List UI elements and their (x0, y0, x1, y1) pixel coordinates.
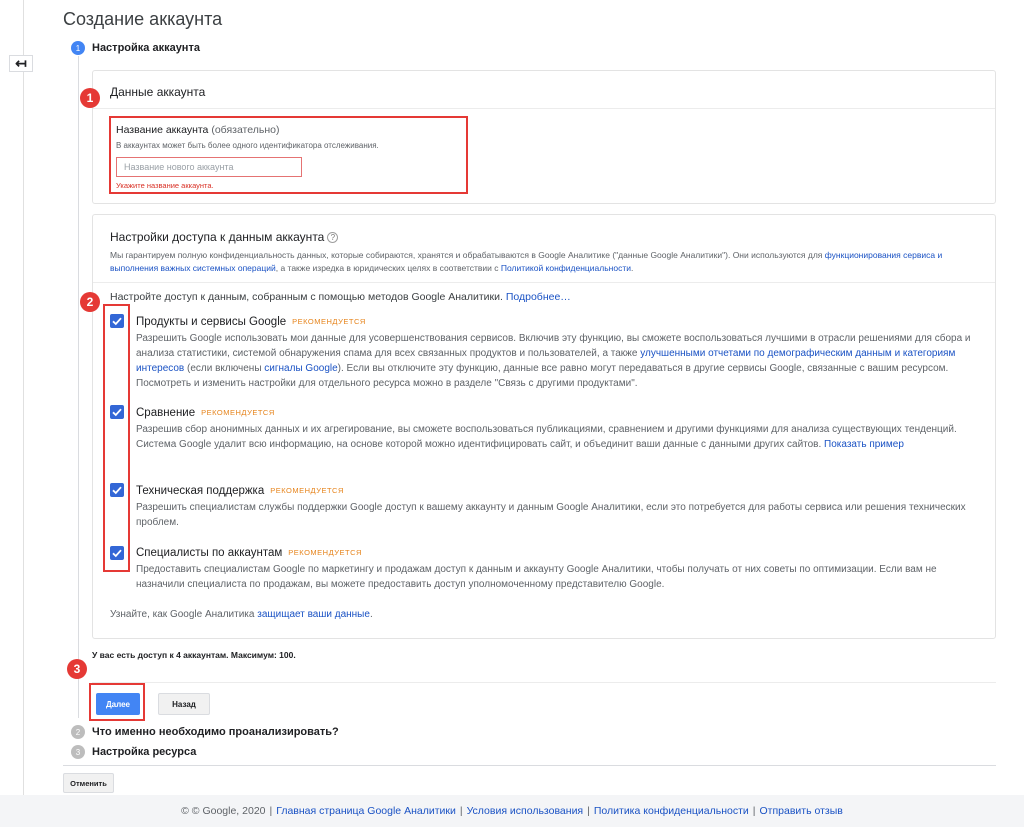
show-example-link[interactable]: Показать пример (824, 439, 904, 450)
sharing-intro: Настройте доступ к данным, собранным с п… (110, 291, 571, 303)
step-1-number: 1 (71, 41, 85, 55)
data-sharing-heading: Настройки доступа к данным аккаунта? (110, 230, 978, 244)
recommended-badge: РЕКОМЕНДУЕТСЯ (288, 548, 362, 557)
help-icon[interactable]: ? (327, 232, 339, 243)
left-rail (0, 0, 24, 795)
option-account-specialists-desc: Предоставить специалистам Google по марк… (136, 562, 971, 592)
option-benchmarking-desc: Разрешив сбор анонимных данных и их агре… (136, 422, 971, 452)
stepper-line (78, 56, 79, 718)
learn-more-link[interactable]: Подробнее… (506, 291, 571, 303)
recommended-badge: РЕКОМЕНДУЕТСЯ (270, 486, 344, 495)
option-desc-text: Предоставить специалистам Google по марк… (136, 564, 937, 590)
step-3-number: 3 (71, 745, 85, 759)
option-benchmarking-title: Сравнение РЕКОМЕНДУЕТСЯ (136, 407, 275, 419)
bottom-divider (63, 765, 996, 766)
privacy-link[interactable]: Политика конфиденциальности (594, 805, 749, 817)
option-technical-support-title: Техническая поддержка РЕКОМЕНДУЕТСЯ (136, 485, 344, 497)
recommended-badge: РЕКОМЕНДУЕТСЯ (201, 408, 275, 417)
annotation-box-checkboxes (103, 304, 130, 572)
annotation-badge-2: 2 (80, 292, 100, 312)
footer-separator: | (587, 805, 590, 817)
step-3-label[interactable]: Настройка ресурса (92, 746, 196, 758)
copyright: © © Google, 2020 (181, 805, 266, 817)
page-title: Создание аккаунта (63, 9, 223, 29)
annotation-box-next (89, 683, 145, 721)
data-sharing-title: Настройки доступа к данным аккаунта (110, 230, 325, 244)
divider (92, 682, 996, 683)
footer-separator: | (269, 805, 273, 817)
privacy-policy-link[interactable]: Политикой конфиденциальности (501, 263, 631, 273)
option-title-text: Сравнение (136, 407, 196, 419)
annotation-badge-1: 1 (80, 88, 100, 108)
cancel-button[interactable]: Отменить (63, 773, 114, 793)
step-2-number: 2 (71, 725, 85, 739)
footer-separator: | (752, 805, 756, 817)
protect-end: . (369, 609, 373, 620)
option-desc-text: (если включены (184, 363, 265, 374)
data-protection-note: Узнайте, как Google Аналитика защищает в… (110, 609, 373, 620)
option-title-text: Специалисты по аккаунтам (136, 547, 283, 559)
feedback-link[interactable]: Отправить отзыв (760, 805, 843, 817)
step-1-label[interactable]: Настройка аккаунта (92, 42, 200, 54)
option-google-products-title: Продукты и сервисы Google РЕКОМЕНДУЕТСЯ (136, 316, 366, 328)
annotation-badge-3: 3 (67, 659, 87, 679)
desc-text-1: Мы гарантируем полную конфиденциальность… (110, 250, 825, 260)
protects-data-link[interactable]: защищает ваши данные (257, 609, 370, 620)
option-title-text: Продукты и сервисы Google (136, 316, 287, 328)
footer-separator: | (459, 805, 463, 817)
terms-link[interactable]: Условия использования (467, 805, 584, 817)
sharing-intro-text: Настройте доступ к данным, собранным с п… (110, 291, 503, 303)
option-account-specialists-title: Специалисты по аккаунтам РЕКОМЕНДУЕТСЯ (136, 547, 362, 559)
back-button[interactable]: Назад (158, 693, 210, 715)
recommended-badge: РЕКОМЕНДУЕТСЯ (292, 317, 366, 326)
data-sharing-description: Мы гарантируем полную конфиденциальность… (110, 249, 978, 275)
annotation-box-account-name (109, 116, 468, 194)
desc-text-3: . (630, 263, 634, 273)
analytics-home-link[interactable]: Главная страница Google Аналитики (276, 805, 456, 817)
desc-text-2: , а также изредка в юридических целях в … (275, 263, 501, 273)
back-arrow-icon[interactable]: ↤ (9, 55, 33, 72)
option-title-text: Техническая поддержка (136, 485, 265, 497)
step-2-label[interactable]: Что именно необходимо проанализировать? (92, 726, 339, 738)
account-access-info: У вас есть доступ к 4 аккаунтам. Максиму… (92, 650, 296, 660)
protect-text: Узнайте, как Google Аналитика (110, 609, 258, 620)
account-data-heading: Данные аккаунта (93, 71, 995, 109)
option-technical-support-desc: Разрешить специалистам службы поддержки … (136, 500, 971, 530)
google-signals-link[interactable]: сигналы Google (264, 363, 337, 374)
data-sharing-header: Настройки доступа к данным аккаунта? Мы … (93, 215, 995, 283)
option-google-products-desc: Разрешить Google использовать мои данные… (136, 331, 971, 391)
option-desc-text: Разрешить специалистам службы поддержки … (136, 502, 966, 528)
footer: © © Google, 2020 | Главная страница Goog… (0, 795, 1024, 827)
